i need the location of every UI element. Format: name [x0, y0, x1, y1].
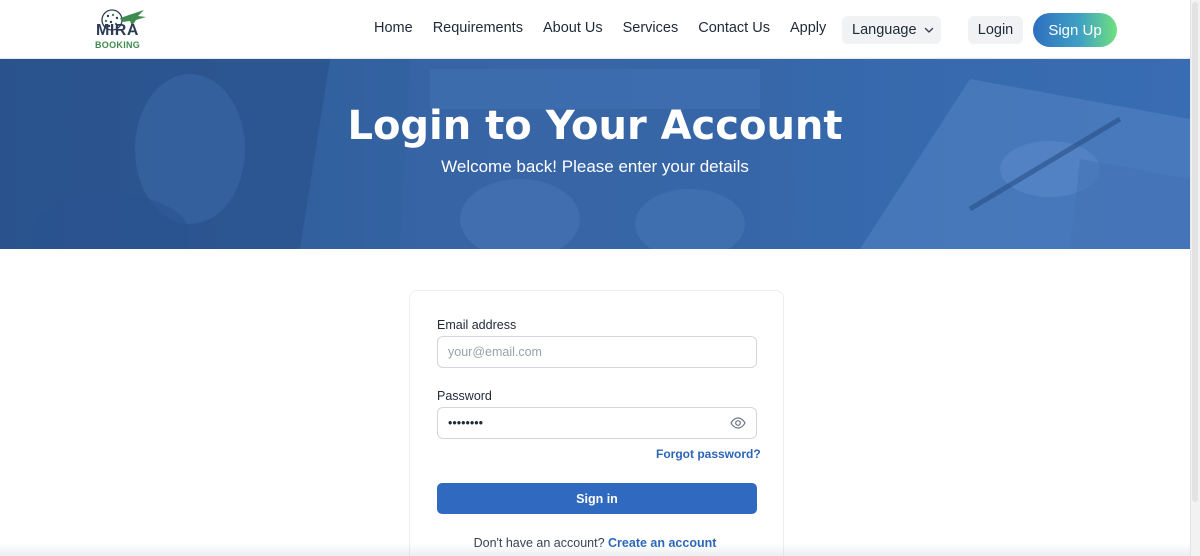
brand-subname: BOOKING — [95, 40, 141, 50]
brand-name: MIRA — [96, 22, 139, 39]
top-navbar: MIRA BOOKING Home Requirements About Us … — [0, 0, 1190, 59]
login-button[interactable]: Login — [968, 16, 1023, 44]
hero-banner: Login to Your Account Welcome back! Plea… — [0, 59, 1190, 249]
nav-link-contact-us[interactable]: Contact Us — [698, 20, 770, 40]
scrollbar-thumb[interactable] — [1192, 2, 1198, 502]
main-nav: Home Requirements About Us Services Cont… — [374, 20, 826, 40]
page-subtitle: Welcome back! Please enter your details — [441, 157, 749, 176]
nav-link-requirements[interactable]: Requirements — [433, 20, 523, 40]
hero-background-image — [0, 59, 1190, 249]
sign-in-button[interactable]: Sign in — [437, 483, 757, 514]
password-field[interactable] — [437, 407, 757, 439]
page: MIRA BOOKING Home Requirements About Us … — [0, 0, 1190, 556]
nav-link-services[interactable]: Services — [623, 20, 679, 40]
forgot-password-link[interactable]: Forgot password? — [656, 447, 761, 461]
eye-icon[interactable] — [730, 415, 746, 431]
bottom-shadow — [0, 544, 1190, 556]
page-title: Login to Your Account — [347, 103, 843, 149]
email-label: Email address — [437, 318, 517, 332]
signup-button[interactable]: Sign Up — [1033, 13, 1117, 47]
email-field[interactable] — [437, 336, 757, 368]
chevron-down-icon — [924, 27, 933, 33]
language-label: Language — [852, 22, 917, 38]
nav-link-apply[interactable]: Apply — [790, 20, 826, 40]
nav-link-home[interactable]: Home — [374, 20, 413, 40]
language-dropdown[interactable]: Language — [842, 16, 941, 44]
password-label: Password — [437, 389, 492, 403]
nav-link-about-us[interactable]: About Us — [543, 20, 603, 40]
page-scrollbar[interactable] — [1190, 0, 1200, 556]
